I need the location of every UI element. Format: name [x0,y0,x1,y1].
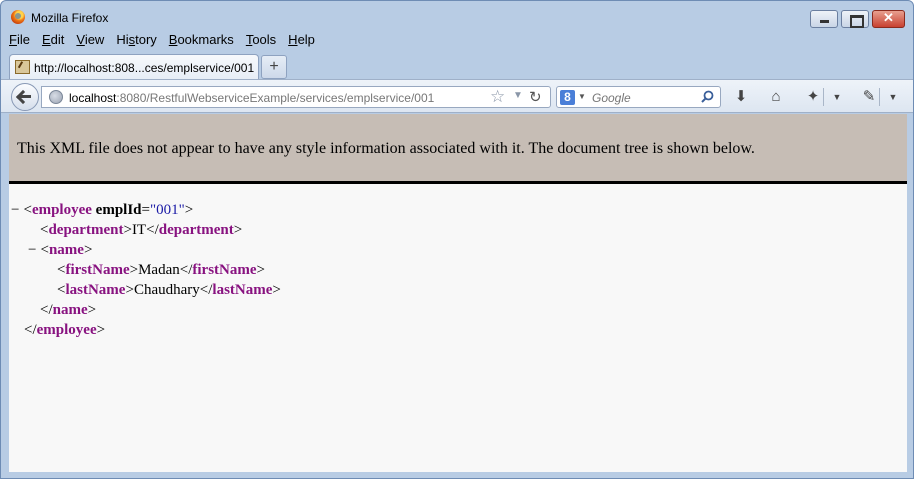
xml-line-name-close: </name> [40,302,97,318]
menu-bookmarks[interactable]: Bookmarks [169,32,234,50]
reload-icon[interactable]: ↻ [529,88,542,106]
xml-line-firstname: <firstName>Madan</firstName> [57,262,265,278]
globe-icon [49,90,63,104]
xml-line-department: <department>IT</department> [40,222,243,238]
tab-favicon-icon [15,60,30,74]
window-title: Mozilla Firefox [31,11,109,25]
back-button[interactable] [11,83,39,111]
browser-window: Mozilla Firefox ✕ File Edit View History… [0,0,914,479]
url-text: localhost:8080/RestfulWebserviceExample/… [69,91,435,105]
google-icon[interactable]: 8 [560,90,575,105]
menu-history[interactable]: History [116,32,156,50]
addon-dropdown-icon[interactable]: ▼ [827,88,847,106]
close-button[interactable]: ✕ [872,10,905,28]
history-dropdown-icon[interactable]: ▼ [513,90,523,101]
address-bar[interactable]: localhost:8080/RestfulWebserviceExample/… [41,86,551,108]
toolbar-separator [879,88,880,106]
firefox-logo-icon [11,10,25,24]
menu-bar: File Edit View History Bookmarks Tools H… [7,32,325,50]
tab-title: http://localhost:808...ces/emplservice/0… [34,61,255,75]
minimize-button[interactable] [810,10,838,28]
download-icon[interactable]: ⬇ [731,88,751,106]
search-icon[interactable] [701,90,714,103]
menu-tools[interactable]: Tools [246,32,276,50]
star-icon[interactable]: ☆ [490,87,505,107]
menu-help[interactable]: Help [288,32,315,50]
search-placeholder: Google [592,91,631,105]
menu-view[interactable]: View [76,32,104,50]
developer-dropdown-icon[interactable]: ▼ [883,88,903,106]
page-content: This XML file does not appear to have an… [9,114,907,472]
title-bar: Mozilla Firefox ✕ [1,1,913,31]
developer-icon[interactable]: ✎ [859,88,879,106]
xml-info-text: This XML file does not appear to have an… [17,140,755,157]
collapse-toggle[interactable]: − [11,202,19,218]
close-icon: ✕ [883,10,894,25]
tab-strip: http://localhost:808...ces/emplservice/0… [1,51,913,80]
tab-active[interactable]: http://localhost:808...ces/emplservice/0… [9,54,259,80]
menu-file[interactable]: File [9,32,30,50]
maximize-button[interactable] [841,10,869,28]
engine-dropdown-icon[interactable]: ▼ [578,92,586,101]
xml-line-employee-open: − <employee emplId="001"> [11,202,194,218]
new-tab-button[interactable]: + [261,55,287,79]
collapse-toggle[interactable]: − [28,242,36,258]
xml-line-name-open: − <name> [28,242,93,258]
home-icon[interactable]: ⌂ [766,88,786,106]
navigation-toolbar: localhost:8080/RestfulWebserviceExample/… [1,79,913,113]
toolbar-separator [823,88,824,106]
xml-line-lastname: <lastName>Chaudhary</lastName> [57,282,281,298]
addon-icon[interactable]: ✦ [803,88,823,106]
xml-line-employee-close: </employee> [24,322,106,338]
xml-info-banner: This XML file does not appear to have an… [9,114,907,184]
search-bar[interactable]: 8 ▼ Google [556,86,721,108]
menu-edit[interactable]: Edit [42,32,64,50]
